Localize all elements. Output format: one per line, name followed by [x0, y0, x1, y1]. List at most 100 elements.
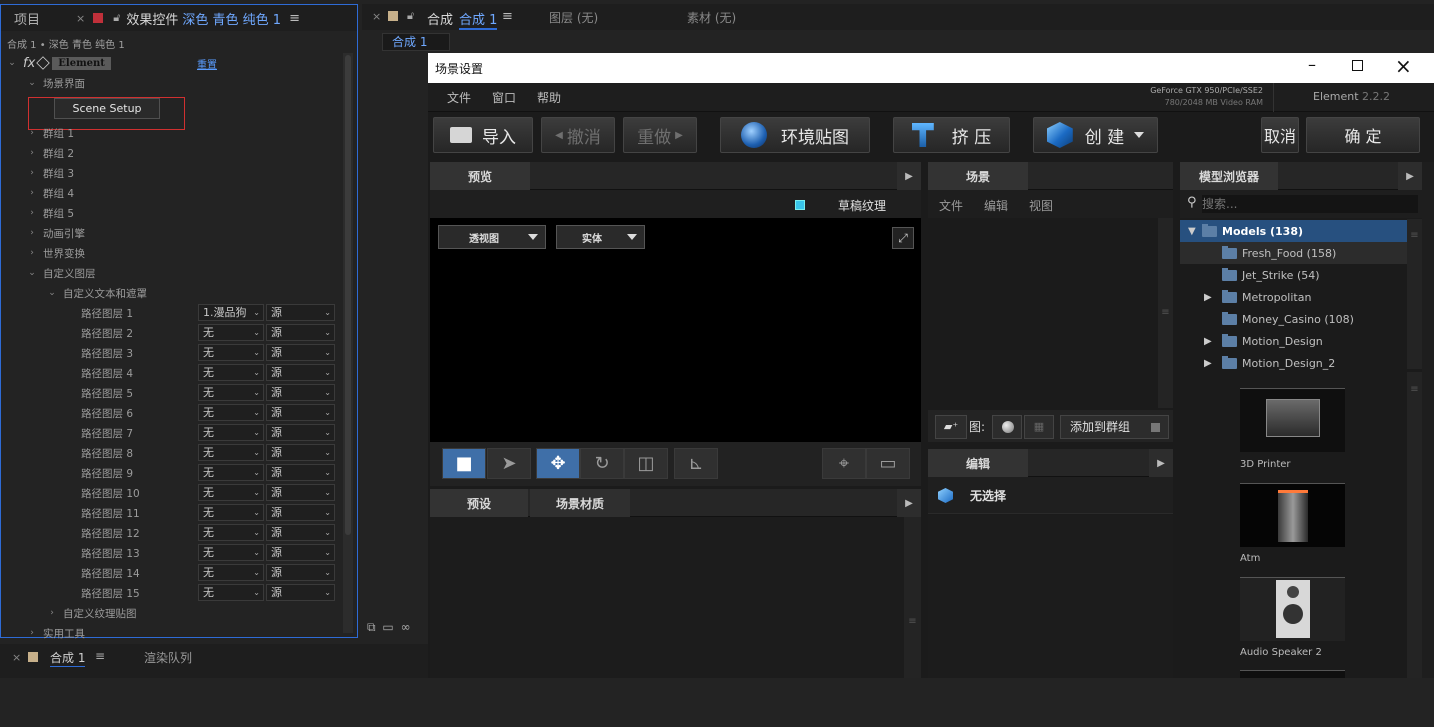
axis-tool[interactable]: ⊾ — [674, 448, 718, 479]
chevron-right-icon[interactable]: › — [27, 248, 37, 258]
chevron-right-icon[interactable]: › — [47, 608, 57, 618]
thumbnail-audio-speaker[interactable] — [1240, 577, 1345, 641]
redo-button[interactable]: 重做 ▶ — [623, 117, 697, 153]
path-source-select[interactable]: 源 ⌄ — [266, 344, 335, 361]
chevron-down-icon[interactable]: ⌄ — [27, 268, 37, 278]
path-source-select[interactable]: 源 ⌄ — [266, 524, 335, 541]
scene-scrollbar[interactable]: ≡ — [1158, 218, 1173, 408]
chevron-right-icon[interactable]: › — [27, 628, 37, 638]
cancel-button[interactable]: 取消 — [1261, 117, 1299, 153]
texture-icon[interactable]: ▦ — [1024, 415, 1054, 439]
tab-footage[interactable]: 素材 (无) — [687, 9, 736, 26]
scrollbar[interactable] — [343, 53, 353, 633]
comp-subtab[interactable]: 合成 1 — [382, 33, 450, 51]
snapshot-icon[interactable]: ⧉ — [367, 620, 376, 634]
panel-arrow-icon[interactable]: ▶ — [1398, 162, 1422, 190]
add-to-group-button[interactable]: 添加到群组 — [1060, 415, 1169, 439]
thumbnail-3d-printer[interactable] — [1240, 388, 1345, 452]
custom-text-mask-row[interactable]: ⌄ 自定义文本和遮罩 — [47, 283, 147, 303]
tab-comp-name[interactable]: 合成 1 — [459, 9, 498, 30]
panel-menu-icon[interactable]: ≡ — [289, 11, 300, 26]
expand-right-icon[interactable]: ▶ — [1204, 358, 1218, 369]
utilities-row[interactable]: › 实用工具 — [27, 623, 85, 643]
tab-project[interactable]: 项目 — [14, 9, 40, 28]
path-layer-select[interactable]: 无 ⌄ — [198, 544, 264, 561]
vr-icon[interactable]: ∞ — [401, 620, 411, 634]
path-layer-select[interactable]: 无 ⌄ — [198, 424, 264, 441]
path-source-select[interactable]: 源 ⌄ — [266, 364, 335, 381]
chevron-right-icon[interactable]: › — [27, 208, 37, 218]
scene-menu-edit[interactable]: 编辑 — [984, 197, 1008, 214]
sphere-icon[interactable] — [992, 415, 1022, 439]
chevron-right-icon[interactable]: › — [27, 188, 37, 198]
tab-effect-controls[interactable]: 效果控件 — [126, 9, 178, 28]
panel-menu-icon[interactable]: ≡ — [95, 649, 105, 663]
move-tool[interactable]: ✥ — [536, 448, 580, 479]
chevron-down-icon[interactable]: ⌄ — [7, 58, 17, 68]
tab-presets[interactable]: 预设 — [430, 489, 528, 517]
path-layer-select[interactable]: 无 ⌄ — [198, 344, 264, 361]
tab-preview[interactable]: 预览 — [430, 162, 530, 190]
expand-right-icon[interactable]: ▶ — [1204, 336, 1218, 347]
menu-file[interactable]: 文件 — [447, 89, 471, 106]
search-input[interactable] — [1202, 195, 1418, 213]
group-row[interactable]: › 群组 5 — [27, 203, 74, 223]
fullscreen-icon[interactable]: ⤢ — [892, 227, 914, 249]
reset-link[interactable]: 重置 — [197, 56, 217, 71]
create-button[interactable]: 创 建 — [1033, 117, 1158, 153]
group-row[interactable]: › 群组 2 — [27, 143, 74, 163]
panel-arrow-icon[interactable]: ▶ — [1149, 449, 1173, 477]
tab-timeline-comp[interactable]: 合成 1 — [50, 649, 86, 667]
close-icon[interactable]: × — [12, 651, 21, 664]
effect-header-row[interactable]: ⌄ fx Element 重置 — [7, 53, 217, 73]
model-tree-item[interactable]: ▶ Motion_Design_2 — [1180, 352, 1407, 374]
camera-tool[interactable]: ■ — [442, 448, 486, 479]
path-layer-select[interactable]: 无 ⌄ — [198, 404, 264, 421]
minimize-button[interactable]: – — [1308, 55, 1316, 74]
model-tree-item[interactable]: Jet_Strike (54) — [1180, 264, 1407, 286]
view-select[interactable]: 透视图 — [438, 225, 546, 249]
monitor-icon[interactable]: ▭ — [382, 620, 393, 634]
scene-tree[interactable] — [928, 218, 1158, 408]
scene-interface-row[interactable]: ⌄ 场景界面 — [27, 73, 85, 93]
panel-arrow-icon[interactable]: ▶ — [897, 162, 921, 190]
path-source-select[interactable]: 源 ⌄ — [266, 444, 335, 461]
shade-select[interactable]: 实体 — [556, 225, 645, 249]
tab-comp-prefix[interactable]: 合成 — [427, 9, 453, 28]
checkbox-icon[interactable] — [1151, 423, 1160, 432]
extrude-button[interactable]: 挤 压 — [893, 117, 1010, 153]
fx-icon[interactable]: fx — [23, 56, 35, 71]
group-row[interactable]: › 群组 3 — [27, 163, 74, 183]
path-layer-select[interactable]: 无 ⌄ — [198, 484, 264, 501]
menu-window[interactable]: 窗口 — [492, 89, 516, 106]
path-source-select[interactable]: 源 ⌄ — [266, 544, 335, 561]
path-source-select[interactable]: 源 ⌄ — [266, 404, 335, 421]
scale-tool[interactable]: ◫ — [624, 448, 668, 479]
model-tree-item[interactable]: ▶ Metropolitan — [1180, 286, 1407, 308]
path-source-select[interactable]: 源 ⌄ — [266, 584, 335, 601]
chevron-down-icon[interactable]: ⌄ — [27, 78, 37, 88]
draft-texture-checkbox[interactable] — [795, 200, 805, 210]
menu-help[interactable]: 帮助 — [537, 89, 561, 106]
panel-menu-icon[interactable]: ≡ — [502, 9, 513, 24]
select-tool[interactable]: ➤ — [487, 448, 531, 479]
tab-render-queue[interactable]: 渲染队列 — [144, 649, 192, 666]
scene-menu-file[interactable]: 文件 — [939, 197, 963, 214]
path-layer-select[interactable]: 无 ⌄ — [198, 384, 264, 401]
path-source-select[interactable]: 源 ⌄ — [266, 484, 335, 501]
thumbnail-scrollbar[interactable]: ≡ — [1407, 372, 1422, 678]
tab-layer[interactable]: 图层 (无) — [549, 9, 598, 26]
environment-map-button[interactable]: 环境贴图 — [720, 117, 870, 153]
target-tool[interactable]: ⌖ — [822, 448, 866, 479]
presets-scrollbar[interactable]: ≡ — [904, 517, 921, 678]
path-source-select[interactable]: 源 ⌄ — [266, 304, 335, 321]
path-layer-select[interactable]: 无 ⌄ — [198, 504, 264, 521]
world-transform-row[interactable]: › 世界变换 — [27, 243, 85, 263]
chevron-right-icon[interactable]: › — [27, 128, 37, 138]
chevron-right-icon[interactable]: › — [27, 168, 37, 178]
path-layer-select[interactable]: 无 ⌄ — [198, 524, 264, 541]
custom-layers-row[interactable]: ⌄ 自定义图层 — [27, 263, 95, 283]
animation-engine-row[interactable]: › 动画引擎 — [27, 223, 85, 243]
tab-edit[interactable]: 编辑 — [928, 449, 1028, 477]
path-layer-select[interactable]: 无 ⌄ — [198, 464, 264, 481]
